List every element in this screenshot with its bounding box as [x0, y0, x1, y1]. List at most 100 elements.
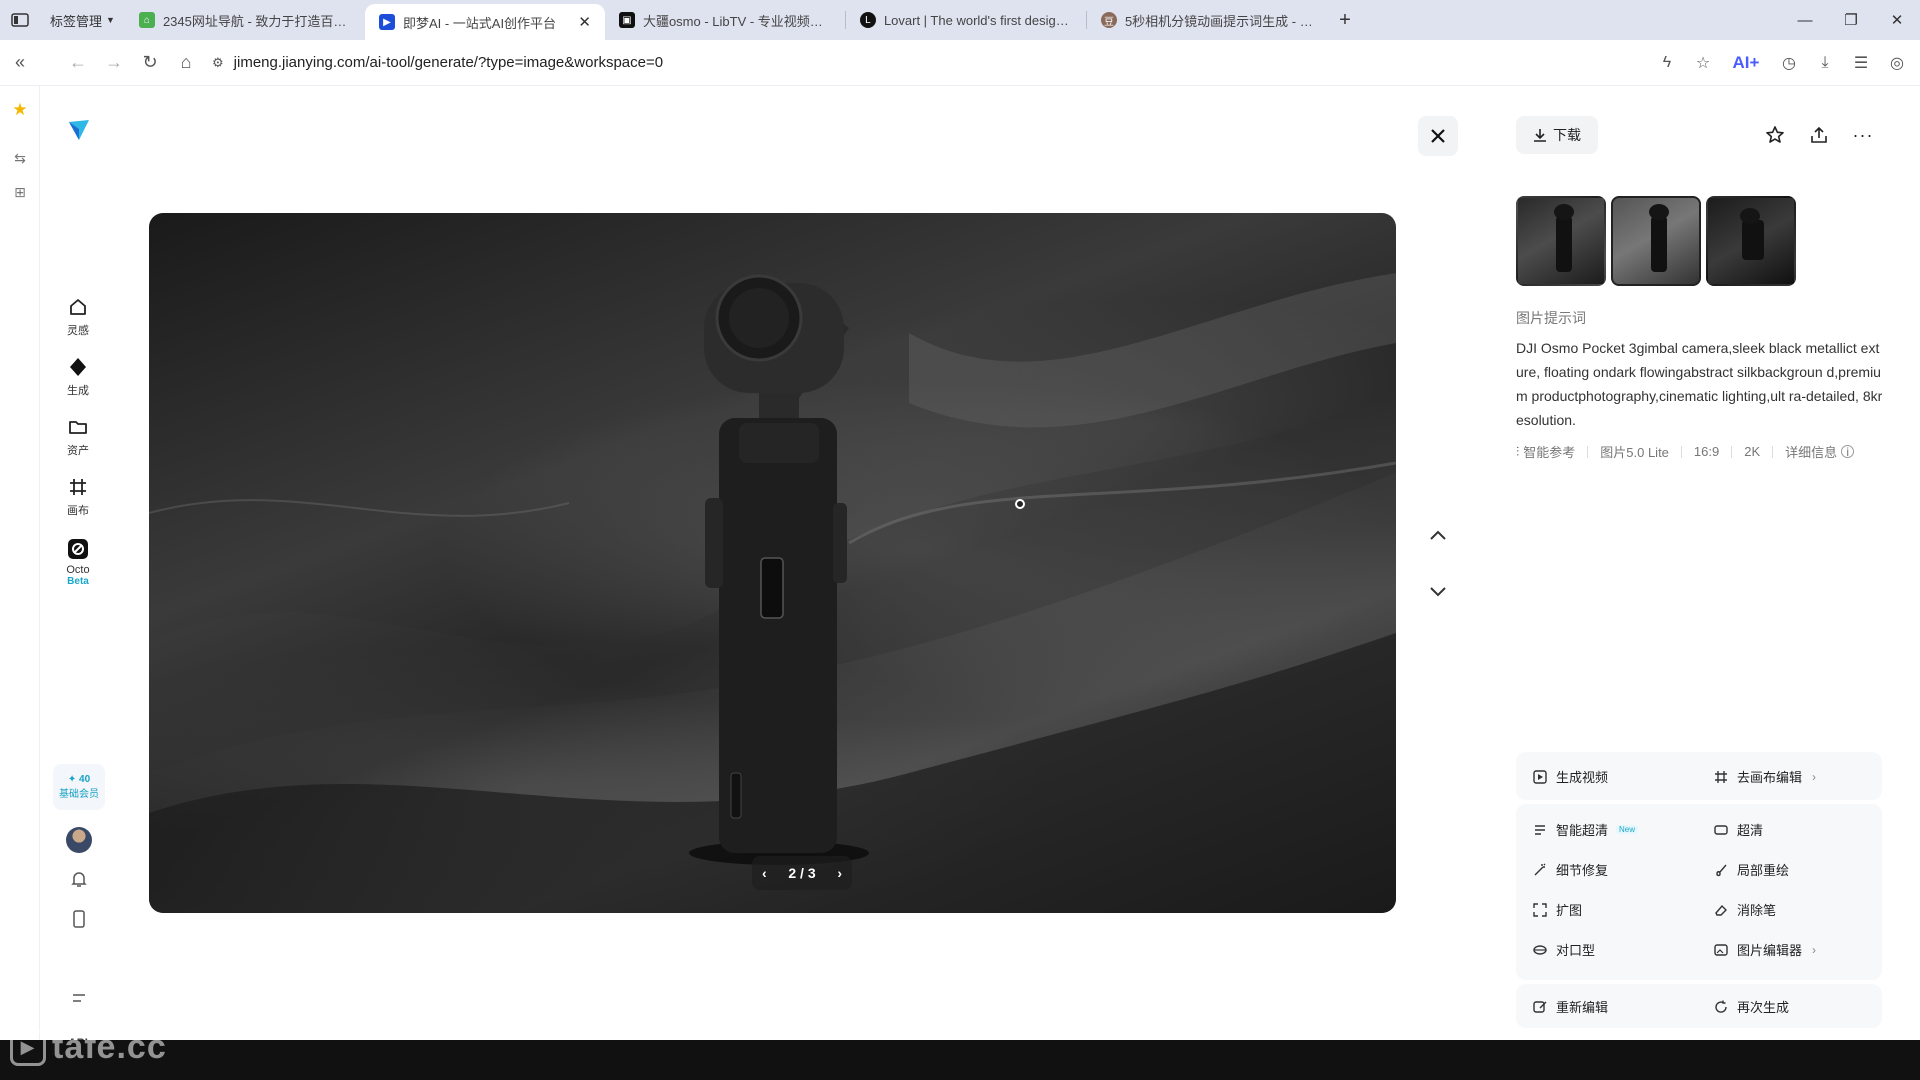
smart-hd-icon: [1532, 822, 1548, 838]
browser-tab[interactable]: ▣ 大疆osmo - LibTV - 专业视频创作: [605, 0, 845, 40]
image-editor-button[interactable]: 图片编辑器 ›: [1713, 940, 1816, 959]
eraser-icon: [1713, 902, 1729, 918]
action-label: 去画布编辑: [1737, 770, 1803, 785]
bookmark-star-icon[interactable]: ☆: [1688, 45, 1718, 81]
url-field[interactable]: ⚙ jimeng.jianying.com/ai-tool/generate/?…: [212, 47, 1602, 79]
browser-tab-active[interactable]: ▶ 即梦AI - 一站式AI创作平台 ✕: [364, 4, 605, 40]
home-icon[interactable]: ⌂: [168, 45, 204, 81]
credits-value: 40: [79, 774, 91, 785]
sidebar-item-canvas[interactable]: 画布: [41, 476, 115, 518]
forward-icon[interactable]: →: [96, 45, 132, 81]
new-badge: New: [1616, 825, 1639, 834]
hd-button[interactable]: 超清: [1713, 820, 1763, 839]
collapse-sidebar-icon[interactable]: «: [2, 45, 38, 81]
expand-image-button[interactable]: 扩图: [1532, 900, 1582, 919]
meta-ref[interactable]: 智能参考: [1523, 442, 1575, 461]
action-label: 消除笔: [1737, 903, 1777, 918]
url-text: jimeng.jianying.com/ai-tool/generate/?ty…: [233, 54, 664, 71]
menu-list-icon[interactable]: ☰: [1846, 45, 1876, 81]
new-tab-button[interactable]: +: [1327, 0, 1363, 40]
prompt-text[interactable]: DJI Osmo Pocket 3gimbal camera,sleek bla…: [1516, 336, 1886, 432]
bell-icon[interactable]: [68, 868, 90, 890]
regenerate-button[interactable]: 再次生成: [1713, 997, 1789, 1016]
browser-tab[interactable]: 豆 5秒相机分镜动画提示词生成 - 豆包: [1087, 0, 1327, 40]
canvas-edit-button[interactable]: 去画布编辑 ›: [1713, 767, 1816, 786]
menu-icon[interactable]: [68, 987, 90, 1009]
browser-tab[interactable]: L Lovart | The world's first design a: [846, 0, 1086, 40]
previous-result-button[interactable]: [1418, 515, 1458, 555]
jimeng-logo[interactable]: [65, 116, 93, 144]
next-image-icon[interactable]: ›: [837, 865, 842, 881]
sidebar-item-octo[interactable]: Octo Beta: [41, 538, 115, 587]
chevron-down-icon: [1430, 587, 1446, 597]
meta-ratio: 16:9: [1693, 444, 1720, 459]
reload-icon[interactable]: ↻: [132, 45, 168, 81]
local-redraw-button[interactable]: 局部重绘: [1713, 860, 1789, 879]
browser-tab[interactable]: ⌂ 2345网址导航 - 致力于打造百年品牌: [125, 0, 365, 40]
prev-image-icon[interactable]: ‹: [762, 865, 767, 881]
canvas-icon: [67, 476, 89, 498]
home-icon: [67, 296, 89, 318]
ai-plus-button[interactable]: AI+: [1724, 45, 1768, 81]
meta-details[interactable]: 详细信息: [1785, 442, 1837, 461]
membership-label: 基础会员: [59, 789, 99, 800]
credits-badge[interactable]: ✦ 40 基础会员: [53, 764, 105, 810]
tab-title: 大疆osmo - LibTV - 专业视频创作: [642, 13, 831, 29]
tab-close-icon[interactable]: ✕: [578, 13, 591, 31]
re-edit-button[interactable]: 重新编辑: [1532, 997, 1608, 1016]
generated-image[interactable]: ‹ 2 / 3 ›: [149, 213, 1396, 913]
site-settings-icon[interactable]: ⚙: [212, 55, 224, 71]
action-label: 生成视频: [1556, 770, 1609, 785]
eraser-button[interactable]: 消除笔: [1713, 900, 1776, 919]
image-viewer: ‹ 2 / 3 ›: [115, 86, 1485, 1040]
image-pager: ‹ 2 / 3 ›: [752, 856, 852, 890]
thumbnail-1[interactable]: [1516, 196, 1606, 286]
thumbnail-3[interactable]: [1706, 196, 1796, 286]
smart-hd-button[interactable]: 智能超清 New: [1532, 820, 1639, 839]
minimize-icon[interactable]: —: [1782, 0, 1828, 40]
info-icon[interactable]: i: [1841, 445, 1855, 459]
tab-favicon-icon: ⌂: [138, 12, 155, 28]
history-icon[interactable]: ◷: [1774, 45, 1804, 81]
tab-actions-icon[interactable]: [0, 0, 40, 40]
download-button[interactable]: 下载: [1516, 116, 1598, 154]
result-thumbnails: [1516, 196, 1796, 286]
tab-manager-button[interactable]: 标签管理 ▼: [40, 0, 125, 40]
lightning-icon[interactable]: ϟ: [1652, 45, 1682, 81]
pager-text: 2 / 3: [788, 865, 816, 881]
share-icon[interactable]: [1806, 122, 1832, 148]
sidebar-item-label: 画布: [67, 505, 89, 517]
caret-down-icon: ▼: [106, 15, 115, 25]
next-result-button[interactable]: [1418, 572, 1458, 612]
lip-sync-button[interactable]: 对口型: [1532, 940, 1595, 959]
action-label: 对口型: [1556, 943, 1596, 958]
favorites-star-icon[interactable]: ★: [10, 100, 30, 120]
more-icon[interactable]: ···: [1850, 122, 1876, 148]
lip-icon: [1532, 942, 1548, 958]
smart-ref-icon: ⫶: [1516, 443, 1520, 459]
window-close-icon[interactable]: ✕: [1874, 0, 1920, 40]
watermark-text: tafe.cc: [52, 1028, 167, 1066]
download-icon[interactable]: ⤓: [1810, 45, 1840, 81]
chevron-up-icon: [1430, 530, 1446, 540]
meta-divider: [1731, 445, 1733, 458]
sidebar-item-inspiration[interactable]: 灵感: [41, 296, 115, 338]
profile-icon[interactable]: ◎: [1882, 45, 1912, 81]
back-icon[interactable]: ←: [60, 45, 96, 81]
favorite-star-icon[interactable]: [1762, 122, 1788, 148]
camera-product: [689, 274, 869, 865]
add-panel-icon[interactable]: ⊞: [10, 182, 30, 202]
silk-background: [149, 273, 1396, 913]
generate-video-button[interactable]: 生成视频: [1532, 767, 1608, 786]
sparkle-icon: ✦: [67, 774, 77, 785]
close-viewer-button[interactable]: [1418, 116, 1458, 156]
thumbnail-2-selected[interactable]: [1611, 196, 1701, 286]
swap-icon[interactable]: ⇆: [10, 148, 30, 168]
sidebar-item-assets[interactable]: 资产: [41, 416, 115, 458]
meta-divider: [1680, 445, 1682, 458]
mobile-icon[interactable]: [68, 908, 90, 930]
sidebar-item-generate[interactable]: 生成: [41, 356, 115, 398]
restore-icon[interactable]: ❐: [1828, 0, 1874, 40]
avatar[interactable]: [66, 827, 92, 853]
detail-fix-button[interactable]: 细节修复: [1532, 860, 1608, 879]
